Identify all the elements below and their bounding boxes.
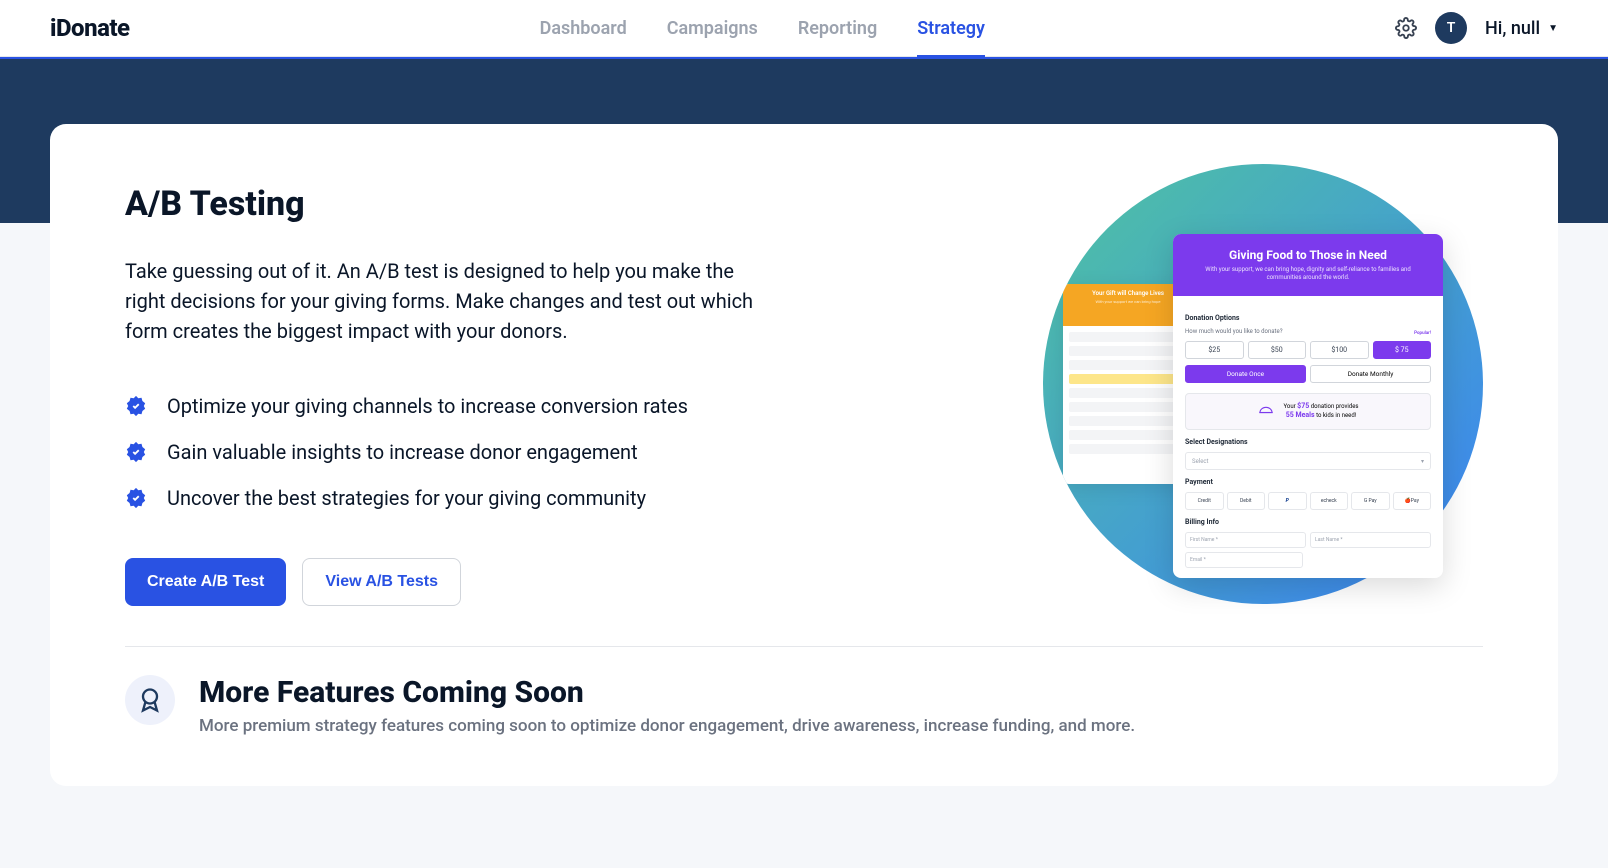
meal-icon xyxy=(1257,402,1275,420)
benefit-item: Uncover the best strategies for your giv… xyxy=(125,486,805,510)
benefits-list: Optimize your giving channels to increas… xyxy=(125,394,805,510)
check-badge-icon xyxy=(125,487,147,509)
nav-reporting[interactable]: Reporting xyxy=(798,0,877,57)
payment-label: Payment xyxy=(1185,478,1431,486)
benefit-item: Optimize your giving channels to increas… xyxy=(125,394,805,418)
pay-debit: Debit xyxy=(1227,492,1266,510)
nav-dashboard[interactable]: Dashboard xyxy=(540,0,627,57)
amount-option: $50 xyxy=(1248,341,1307,359)
designation-select: Select▾ xyxy=(1185,452,1431,470)
avatar[interactable]: T xyxy=(1435,12,1467,44)
email-input: Email * xyxy=(1185,552,1303,568)
benefit-text: Optimize your giving channels to increas… xyxy=(167,394,688,418)
benefit-item: Gain valuable insights to increase donor… xyxy=(125,440,805,464)
pay-echeck: echeck xyxy=(1310,492,1349,510)
freq-once: Donate Once xyxy=(1185,365,1306,383)
popular-label: Popular! xyxy=(1414,331,1431,336)
main-card: A/B Testing Take guessing out of it. An … xyxy=(50,124,1558,786)
benefit-text: Gain valuable insights to increase donor… xyxy=(167,440,638,464)
check-badge-icon xyxy=(125,395,147,417)
view-ab-tests-button[interactable]: View A/B Tests xyxy=(302,558,461,606)
freq-monthly: Donate Monthly xyxy=(1310,365,1431,383)
ab-test-illustration: Your Gift will Change Lives With your su… xyxy=(1043,164,1483,604)
billing-label: Billing Info xyxy=(1185,518,1431,526)
gear-icon[interactable] xyxy=(1395,17,1417,39)
pay-gpay: G Pay xyxy=(1351,492,1390,510)
pay-credit: Credit xyxy=(1185,492,1224,510)
header: iDonate Dashboard Campaigns Reporting St… xyxy=(0,0,1608,57)
pay-applepay: 🍎Pay xyxy=(1393,492,1432,510)
coming-soon-title: More Features Coming Soon xyxy=(199,675,1135,710)
first-name-input: First Name * xyxy=(1185,532,1306,548)
form-back-title: Your Gift will Change Lives xyxy=(1071,290,1185,297)
form-front-title: Giving Food to Those in Need xyxy=(1189,248,1427,262)
actions: Create A/B Test View A/B Tests xyxy=(125,558,805,606)
donation-options-label: Donation Options xyxy=(1185,314,1431,322)
check-badge-icon xyxy=(125,441,147,463)
ribbon-icon xyxy=(125,675,175,725)
impact-box: Your $75 donation provides 55 Meals to k… xyxy=(1185,393,1431,431)
amount-option: $100 xyxy=(1310,341,1369,359)
pay-paypal: P xyxy=(1268,492,1307,510)
form-preview-front: Giving Food to Those in Need With your s… xyxy=(1173,234,1443,578)
coming-soon-section: More Features Coming Soon More premium s… xyxy=(125,675,1483,736)
amount-option-selected: $ 75 xyxy=(1373,341,1432,359)
page-description: Take guessing out of it. An A/B test is … xyxy=(125,256,765,346)
divider xyxy=(125,646,1483,647)
header-right: T Hi, null xyxy=(1395,12,1558,44)
form-back-subtitle: With your support we can bring hope xyxy=(1071,299,1185,304)
amount-option: $25 xyxy=(1185,341,1244,359)
main-nav: Dashboard Campaigns Reporting Strategy xyxy=(540,0,985,57)
page-title: A/B Testing xyxy=(125,184,805,224)
user-greeting[interactable]: Hi, null xyxy=(1485,18,1558,39)
benefit-text: Uncover the best strategies for your giv… xyxy=(167,486,646,510)
nav-strategy[interactable]: Strategy xyxy=(917,0,985,57)
nav-campaigns[interactable]: Campaigns xyxy=(667,0,758,57)
amount-question: How much would you like to donate? xyxy=(1185,328,1431,335)
designations-label: Select Designations xyxy=(1185,438,1431,446)
coming-soon-description: More premium strategy features coming so… xyxy=(199,716,1135,736)
form-front-subtitle: With your support, we can bring hope, di… xyxy=(1189,266,1427,282)
logo[interactable]: iDonate xyxy=(50,14,130,42)
create-ab-test-button[interactable]: Create A/B Test xyxy=(125,558,286,606)
last-name-input: Last Name * xyxy=(1310,532,1431,548)
